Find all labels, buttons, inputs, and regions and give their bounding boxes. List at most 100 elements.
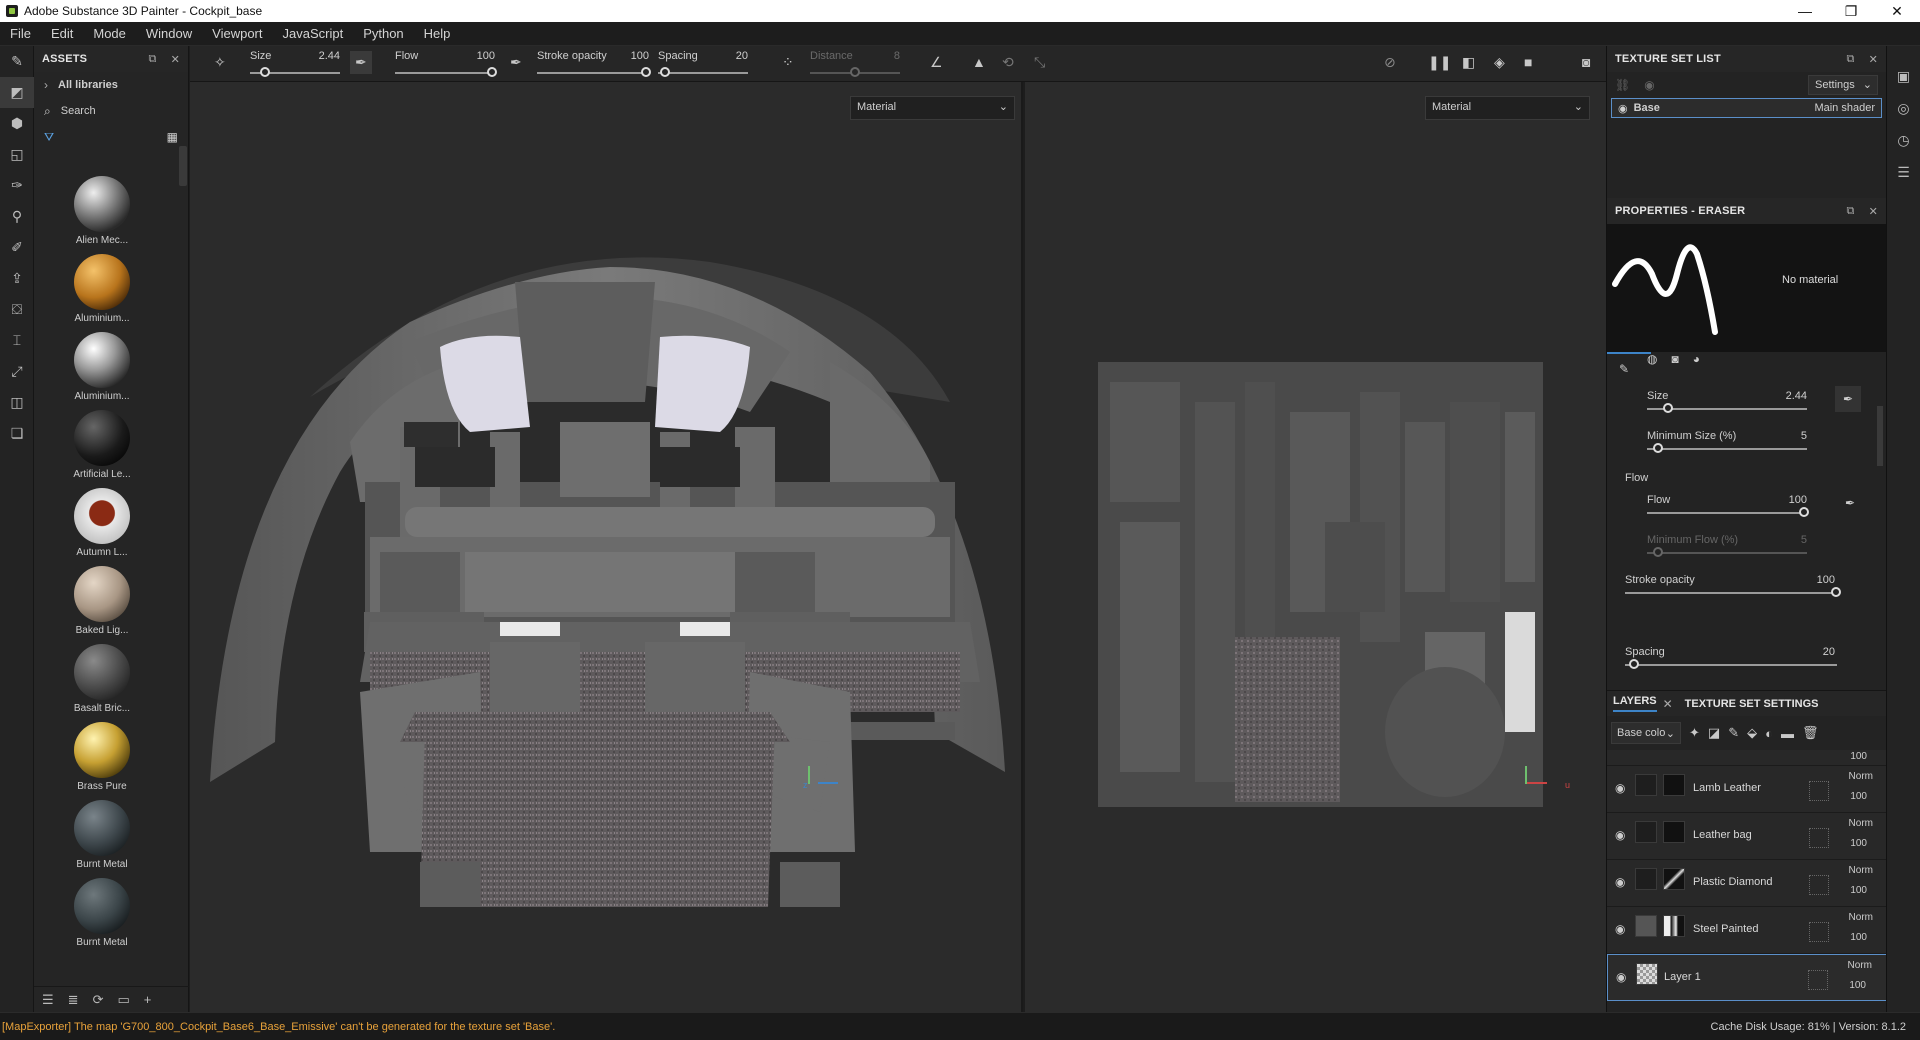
- layer-mask-slot[interactable]: [1808, 970, 1828, 990]
- display-settings-icon[interactable]: ▣: [1887, 60, 1920, 92]
- shader-settings-icon[interactable]: ◎: [1887, 92, 1920, 124]
- prop-flow-knob[interactable]: [1799, 507, 1809, 517]
- eye-icon[interactable]: ◉: [1616, 970, 1626, 984]
- camera-icon[interactable]: ■: [1524, 54, 1532, 70]
- transform-icon[interactable]: ⤡: [1034, 54, 1045, 71]
- prop-spacing-knob[interactable]: [1629, 659, 1639, 669]
- spacing-knob[interactable]: [660, 67, 670, 77]
- layer-row[interactable]: ◉ Steel Painted Norm 100: [1607, 907, 1887, 954]
- refresh-icon[interactable]: ⟳: [93, 992, 104, 1008]
- filter-icon[interactable]: ⛛: [44, 130, 54, 145]
- layer-name[interactable]: Layer 1: [1664, 971, 1701, 983]
- eye-icon[interactable]: ◉: [1615, 781, 1625, 795]
- layer-mask-slot[interactable]: [1809, 828, 1829, 848]
- texture-set-shader[interactable]: Main shader: [1814, 102, 1875, 114]
- layer-mask-thumbnail[interactable]: [1663, 774, 1685, 796]
- size-slider[interactable]: Size 2.44: [250, 46, 340, 82]
- stroke-opacity-value[interactable]: 100: [631, 50, 649, 62]
- all-libraries-item[interactable]: › All libraries: [34, 72, 188, 98]
- close-icon[interactable]: ✕: [1869, 205, 1878, 218]
- menu-mode[interactable]: Mode: [83, 26, 136, 41]
- pen-pressure-icon[interactable]: ✒: [350, 51, 372, 74]
- pen-pressure-icon[interactable]: ✒: [510, 54, 522, 71]
- projection-icon[interactable]: ⬢: [0, 108, 34, 139]
- asset-item[interactable]: Burnt Metal: [42, 878, 162, 956]
- size-knob[interactable]: [260, 67, 270, 77]
- layer-row-selected[interactable]: ◉ Layer 1 Norm 100: [1607, 954, 1887, 1001]
- properties-scrollbar[interactable]: [1877, 406, 1883, 466]
- asset-item[interactable]: Aluminium...: [42, 254, 162, 332]
- layer-name[interactable]: Steel Painted: [1693, 923, 1758, 935]
- layer-name[interactable]: Plastic Diamond: [1693, 876, 1772, 888]
- add-paint-layer-icon[interactable]: ✎: [1728, 725, 1739, 741]
- add-mask-icon[interactable]: ◪: [1708, 725, 1720, 741]
- search-input[interactable]: Search: [61, 105, 96, 117]
- cube-icon[interactable]: ◈: [1494, 54, 1505, 71]
- folder-icon[interactable]: ▭: [117, 992, 129, 1008]
- asset-item[interactable]: Alien Mec...: [42, 176, 162, 254]
- menu-edit[interactable]: Edit: [41, 26, 83, 41]
- distance-knob[interactable]: [850, 67, 860, 77]
- symmetry-icon[interactable]: ▲: [972, 54, 986, 70]
- maximize-button[interactable]: ❐: [1828, 0, 1874, 22]
- delete-layer-icon[interactable]: 🗑: [1802, 725, 1819, 741]
- layer-mask-thumbnail[interactable]: [1663, 821, 1685, 843]
- prop-min-size-knob[interactable]: [1653, 443, 1663, 453]
- layer-row[interactable]: ◉ Leather bag Norm 100: [1607, 813, 1887, 860]
- eye-icon[interactable]: ◉: [1644, 78, 1654, 92]
- stroke-opacity-knob[interactable]: [641, 67, 651, 77]
- eye-icon[interactable]: ◉: [1618, 102, 1628, 115]
- prop-spacing[interactable]: Spacing 20: [1607, 642, 1887, 682]
- log-icon[interactable]: ☰: [1887, 156, 1920, 188]
- stack-icon[interactable]: ≣: [68, 992, 79, 1008]
- status-error-message[interactable]: [MapExporter] The map 'G700_800_Cockpit_…: [2, 1021, 555, 1033]
- tab-layers[interactable]: LAYERS: [1613, 695, 1657, 712]
- undock-icon[interactable]: ⧉: [1847, 53, 1855, 66]
- prop-stroke-opacity-knob[interactable]: [1831, 587, 1841, 597]
- asset-item[interactable]: Aluminium...: [42, 332, 162, 410]
- layer-blend[interactable]: Norm: [1849, 771, 1873, 782]
- layer-opacity[interactable]: 100: [1850, 885, 1867, 896]
- smart-material-icon[interactable]: ◐: [1765, 726, 1773, 741]
- prop-flow[interactable]: Flow 100 ✒: [1607, 490, 1887, 530]
- distance-value[interactable]: 8: [894, 50, 900, 62]
- tab-texture-set-settings[interactable]: TEXTURE SET SETTINGS: [1685, 698, 1819, 710]
- view-mode-icon[interactable]: ◧: [1462, 54, 1475, 71]
- prop-spacing-value[interactable]: 20: [1823, 646, 1835, 658]
- spacing-slider[interactable]: Spacing 20: [658, 46, 748, 82]
- asset-item[interactable]: Burnt Metal: [42, 800, 162, 878]
- layer-blend[interactable]: Norm: [1848, 960, 1872, 971]
- clone-stamp-icon[interactable]: ⚲: [0, 201, 34, 232]
- add-fill-layer-icon[interactable]: ⬙: [1747, 725, 1757, 741]
- menu-window[interactable]: Window: [136, 26, 202, 41]
- texture-set-base[interactable]: ◉ Base Main shader: [1611, 98, 1882, 118]
- flow-knob[interactable]: [487, 67, 497, 77]
- measure-icon[interactable]: ⌶: [0, 325, 34, 356]
- alpha-tab-icon[interactable]: ◍: [1647, 352, 1657, 366]
- layer-mask-slot[interactable]: [1809, 875, 1829, 895]
- eye-icon[interactable]: ◉: [1615, 875, 1625, 889]
- export-icon[interactable]: ⇪: [0, 263, 34, 294]
- add-icon[interactable]: +: [144, 992, 152, 1007]
- layer-row[interactable]: ◉ Lamb Leather Norm 100: [1607, 766, 1887, 813]
- eye-icon[interactable]: ◉: [1615, 828, 1625, 842]
- link-icon[interactable]: ⛓: [1615, 78, 1630, 92]
- close-icon[interactable]: ✕: [171, 53, 180, 66]
- eye-icon[interactable]: ◉: [1615, 922, 1625, 936]
- eraser-icon[interactable]: ◩: [0, 77, 34, 108]
- pen-pressure-icon[interactable]: ✒: [1835, 386, 1861, 412]
- pen-pressure-icon[interactable]: ✒: [1845, 496, 1855, 510]
- layer-opacity[interactable]: 100: [1850, 838, 1867, 849]
- asset-item[interactable]: Brass Pure: [42, 722, 162, 800]
- prop-size[interactable]: Size 2.44 ✒: [1607, 386, 1887, 426]
- layer-blend[interactable]: Norm: [1849, 912, 1873, 923]
- material-icon[interactable]: ❏: [0, 418, 34, 449]
- undock-icon[interactable]: ⧉: [149, 53, 157, 66]
- layer-blend[interactable]: Norm: [1849, 865, 1873, 876]
- prop-stroke-opacity-value[interactable]: 100: [1817, 574, 1835, 586]
- hide-icon[interactable]: ⊘: [1384, 54, 1396, 71]
- angle-icon[interactable]: ∠: [930, 54, 943, 71]
- menu-javascript[interactable]: JavaScript: [272, 26, 353, 41]
- menu-python[interactable]: Python: [353, 26, 413, 41]
- spacing-value[interactable]: 20: [736, 50, 748, 62]
